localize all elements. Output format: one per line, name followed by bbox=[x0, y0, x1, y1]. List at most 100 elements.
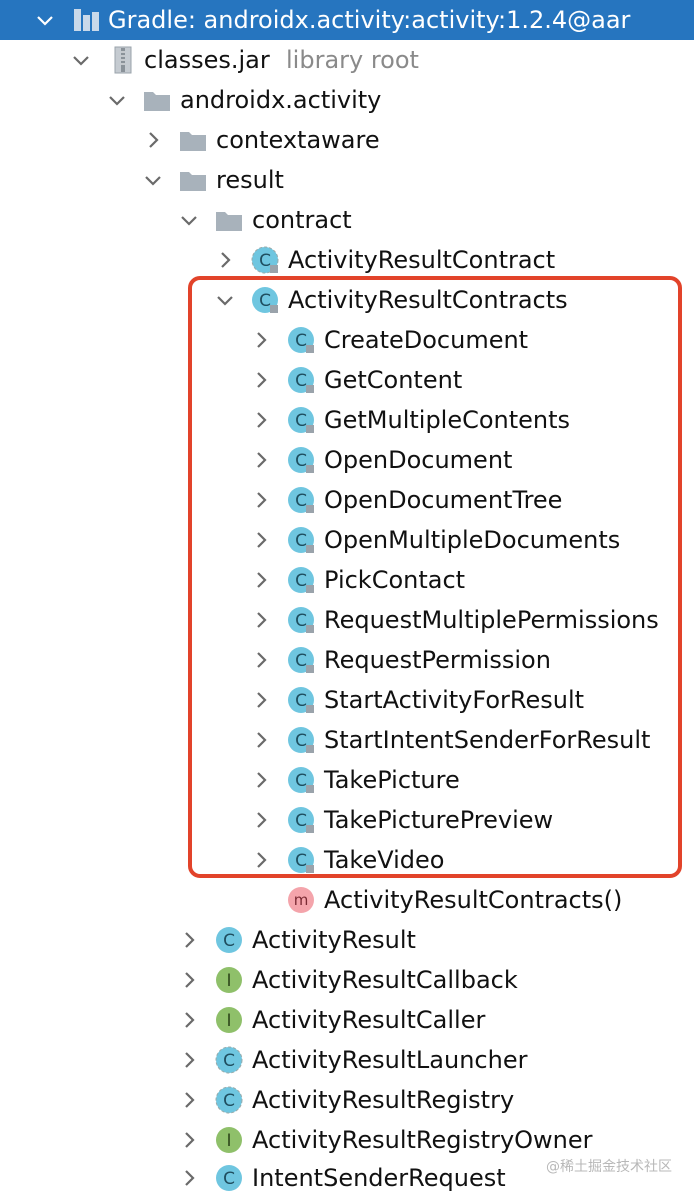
chevron-down-icon[interactable] bbox=[72, 48, 90, 72]
class-icon: C bbox=[286, 725, 316, 755]
chevron-right-icon[interactable] bbox=[252, 608, 270, 632]
tree-node-label: ActivityResult bbox=[252, 926, 416, 954]
tree-node-label: ActivityResultRegistryOwner bbox=[252, 1126, 593, 1154]
tree-node-label: IntentSenderRequest bbox=[252, 1164, 506, 1192]
abstract-class-icon: C bbox=[214, 1045, 244, 1075]
tree-node-label: CreateDocument bbox=[324, 326, 529, 354]
svg-text:C: C bbox=[295, 771, 307, 791]
tree-node-label: ActivityResultLauncher bbox=[252, 1046, 528, 1074]
chevron-right-icon[interactable] bbox=[252, 768, 270, 792]
class-icon: C bbox=[286, 845, 316, 875]
package-icon bbox=[178, 165, 208, 195]
svg-text:C: C bbox=[295, 851, 307, 871]
chevron-down-icon[interactable] bbox=[108, 88, 126, 112]
library-root-hint: library root bbox=[286, 46, 419, 74]
chevron-right-icon[interactable] bbox=[252, 368, 270, 392]
tree-node-nested-class[interactable]: C OpenDocumentTree bbox=[0, 480, 694, 520]
abstract-class-icon: C bbox=[214, 1085, 244, 1115]
tree-node-nested-class[interactable]: C RequestPermission bbox=[0, 640, 694, 680]
chevron-right-icon[interactable] bbox=[252, 328, 270, 352]
chevron-down-icon[interactable] bbox=[180, 208, 198, 232]
tree-node-package-androidx-activity[interactable]: androidx.activity bbox=[0, 80, 694, 120]
chevron-down-icon[interactable] bbox=[216, 288, 234, 312]
tree-node-label: ActivityResultContracts() bbox=[324, 886, 623, 914]
chevron-right-icon[interactable] bbox=[252, 728, 270, 752]
tree-node-label: TakeVideo bbox=[324, 846, 445, 874]
tree-node-nested-class[interactable]: C TakePicturePreview bbox=[0, 800, 694, 840]
tree-node-nested-class[interactable]: C PickContact bbox=[0, 560, 694, 600]
project-tree: Gradle: androidx.activity:activity:1.2.4… bbox=[0, 0, 694, 1198]
svg-text:C: C bbox=[295, 811, 307, 831]
chevron-right-icon[interactable] bbox=[180, 1128, 198, 1152]
chevron-right-icon[interactable] bbox=[180, 1008, 198, 1032]
tree-node-nested-class[interactable]: C StartIntentSenderForResult bbox=[0, 720, 694, 760]
tree-node-interface-activity-result-registry-owner[interactable]: I ActivityResultRegistryOwner bbox=[0, 1120, 694, 1160]
chevron-right-icon[interactable] bbox=[252, 528, 270, 552]
tree-node-nested-class[interactable]: C OpenMultipleDocuments bbox=[0, 520, 694, 560]
chevron-down-icon[interactable] bbox=[144, 168, 162, 192]
chevron-right-icon[interactable] bbox=[180, 928, 198, 952]
class-icon: C bbox=[286, 325, 316, 355]
svg-text:C: C bbox=[295, 371, 307, 391]
chevron-right-icon[interactable] bbox=[252, 688, 270, 712]
tree-node-label: TakePicturePreview bbox=[324, 806, 554, 834]
chevron-right-icon[interactable] bbox=[252, 448, 270, 472]
package-icon bbox=[178, 125, 208, 155]
tree-node-interface-activity-result-caller[interactable]: I ActivityResultCaller bbox=[0, 1000, 694, 1040]
tree-node-class-activity-result[interactable]: C ActivityResult bbox=[0, 920, 694, 960]
svg-text:C: C bbox=[223, 1091, 235, 1111]
tree-node-constructor[interactable]: m ActivityResultContracts() bbox=[0, 880, 694, 920]
tree-node-class-activity-result-launcher[interactable]: C ActivityResultLauncher bbox=[0, 1040, 694, 1080]
tree-node-label: contract bbox=[252, 206, 352, 234]
tree-node-interface-activity-result-callback[interactable]: I ActivityResultCallback bbox=[0, 960, 694, 1000]
chevron-right-icon[interactable] bbox=[252, 808, 270, 832]
tree-node-label: result bbox=[216, 166, 284, 194]
chevron-right-icon[interactable] bbox=[252, 848, 270, 872]
jar-archive-icon bbox=[108, 45, 138, 75]
chevron-right-icon[interactable] bbox=[144, 128, 162, 152]
tree-node-nested-class[interactable]: C GetMultipleContents bbox=[0, 400, 694, 440]
chevron-right-icon[interactable] bbox=[180, 1088, 198, 1112]
svg-text:C: C bbox=[259, 291, 271, 311]
tree-node-classes-jar[interactable]: classes.jar library root bbox=[0, 40, 694, 80]
tree-node-class-activity-result-contract[interactable]: C ActivityResultContract bbox=[0, 240, 694, 280]
tree-node-package-contract[interactable]: contract bbox=[0, 200, 694, 240]
tree-node-package-contextaware[interactable]: contextaware bbox=[0, 120, 694, 160]
class-icon: C bbox=[286, 605, 316, 635]
tree-node-nested-class[interactable]: C TakeVideo bbox=[0, 840, 694, 880]
tree-node-package-result[interactable]: result bbox=[0, 160, 694, 200]
tree-node-nested-class[interactable]: C GetContent bbox=[0, 360, 694, 400]
chevron-right-icon[interactable] bbox=[252, 648, 270, 672]
tree-node-nested-class[interactable]: C TakePicture bbox=[0, 760, 694, 800]
package-icon bbox=[214, 205, 244, 235]
tree-node-label: ActivityResultContracts bbox=[288, 286, 568, 314]
svg-text:C: C bbox=[223, 931, 235, 951]
tree-node-label: RequestPermission bbox=[324, 646, 551, 674]
tree-node-label: contextaware bbox=[216, 126, 380, 154]
class-icon: C bbox=[214, 925, 244, 955]
chevron-right-icon[interactable] bbox=[216, 248, 234, 272]
chevron-right-icon[interactable] bbox=[180, 968, 198, 992]
chevron-right-icon[interactable] bbox=[252, 408, 270, 432]
tree-node-class-activity-result-contracts[interactable]: C ActivityResultContracts bbox=[0, 280, 694, 320]
tree-node-nested-class[interactable]: C CreateDocument bbox=[0, 320, 694, 360]
svg-text:C: C bbox=[295, 531, 307, 551]
class-icon: C bbox=[286, 645, 316, 675]
chevron-right-icon[interactable] bbox=[252, 488, 270, 512]
method-icon: m bbox=[286, 885, 316, 915]
class-icon: C bbox=[286, 485, 316, 515]
tree-node-class-activity-result-registry[interactable]: C ActivityResultRegistry bbox=[0, 1080, 694, 1120]
chevron-down-icon[interactable] bbox=[36, 8, 54, 32]
tree-node-nested-class[interactable]: C StartActivityForResult bbox=[0, 680, 694, 720]
tree-node-nested-class[interactable]: C OpenDocument bbox=[0, 440, 694, 480]
chevron-right-icon[interactable] bbox=[252, 568, 270, 592]
tree-node-label: OpenDocument bbox=[324, 446, 513, 474]
tree-node-gradle-library[interactable]: Gradle: androidx.activity:activity:1.2.4… bbox=[0, 0, 694, 40]
chevron-right-icon[interactable] bbox=[180, 1048, 198, 1072]
svg-text:C: C bbox=[223, 1051, 235, 1071]
chevron-right-icon[interactable] bbox=[180, 1166, 198, 1190]
tree-node-label: classes.jar bbox=[144, 46, 270, 74]
tree-node-nested-class[interactable]: C RequestMultiplePermissions bbox=[0, 600, 694, 640]
svg-text:C: C bbox=[295, 611, 307, 631]
tree-node-label: StartIntentSenderForResult bbox=[324, 726, 651, 754]
